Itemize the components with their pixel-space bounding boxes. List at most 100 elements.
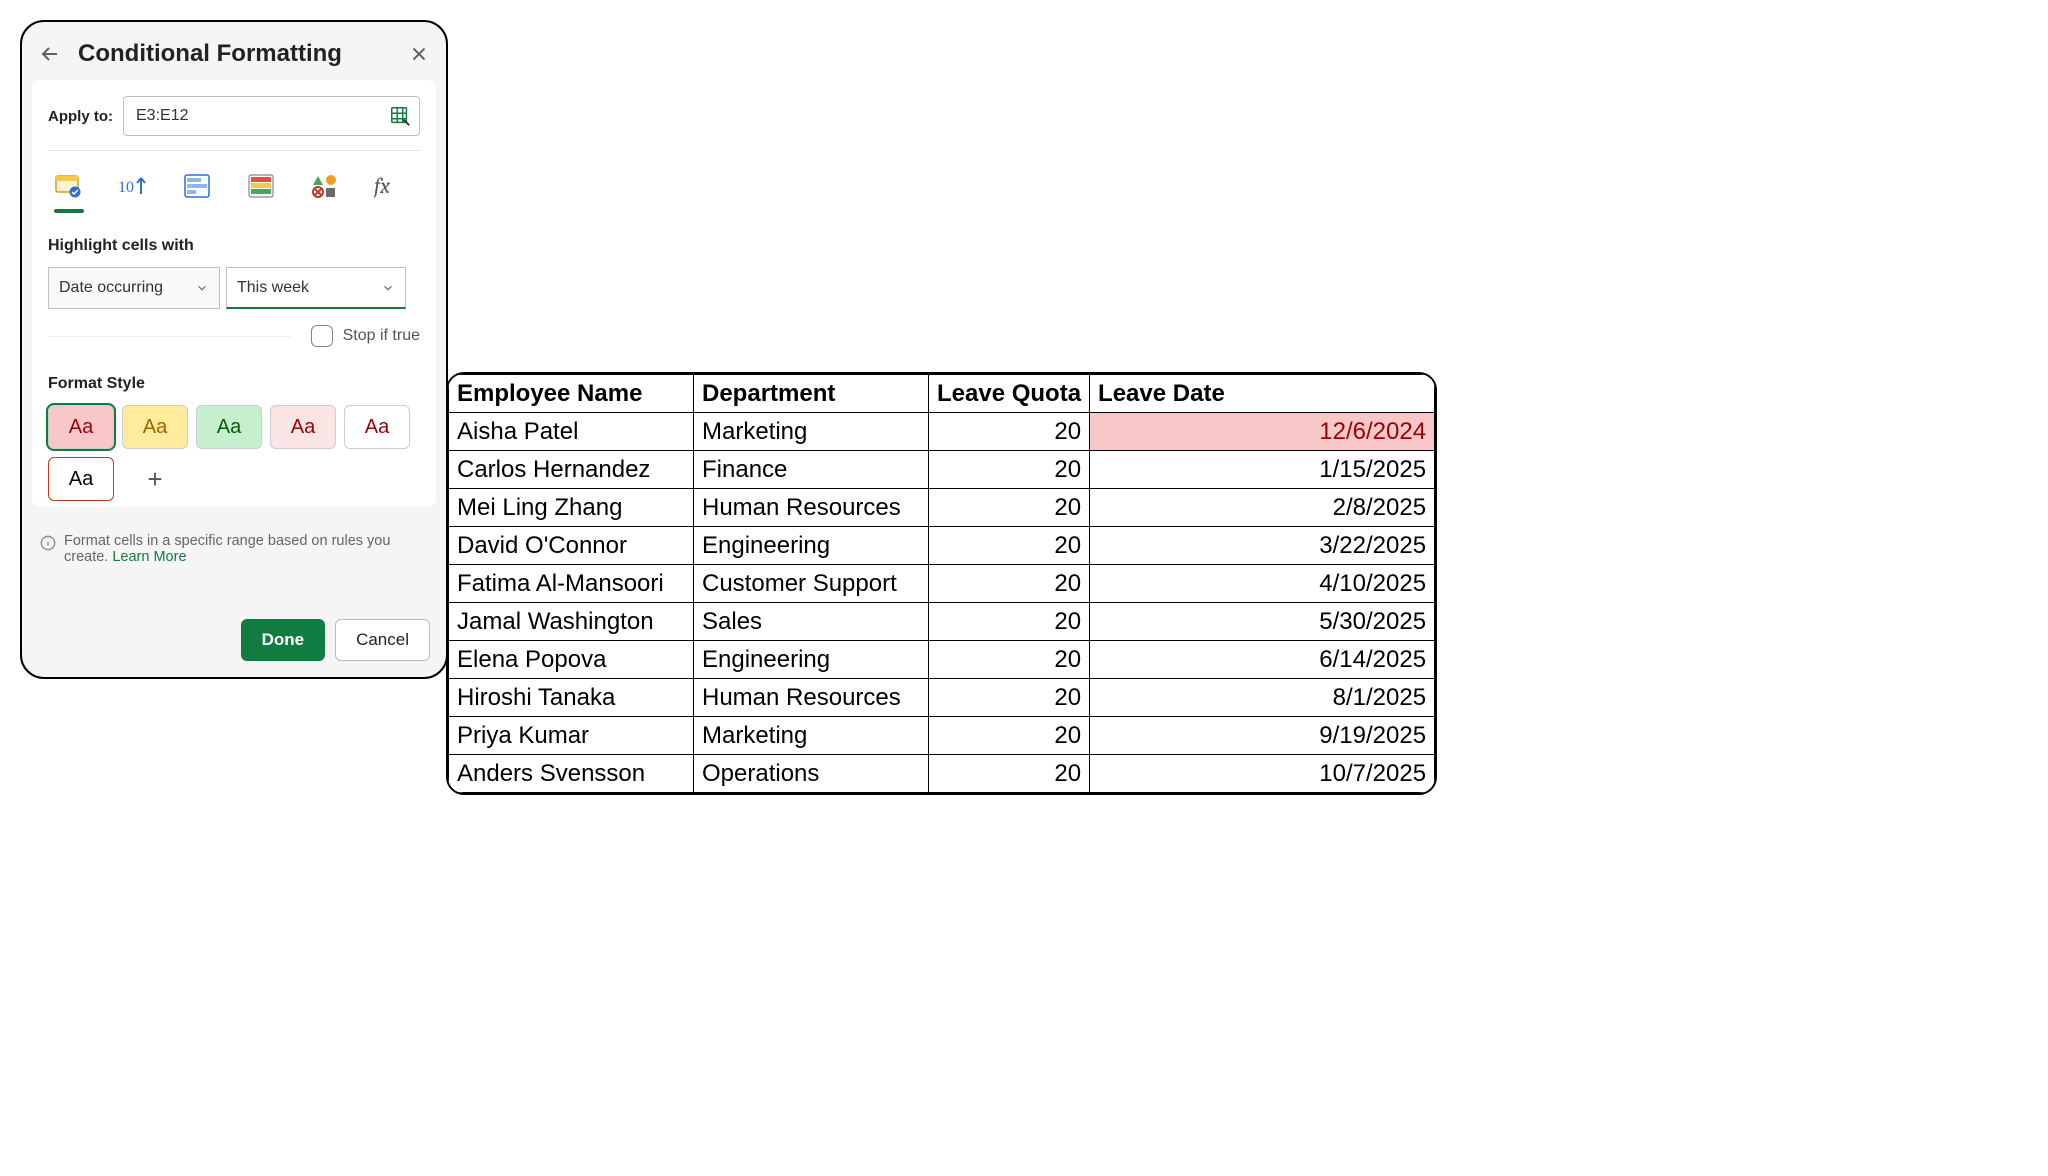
range-picker-icon[interactable] — [389, 105, 411, 127]
table-row: Hiroshi TanakaHuman Resources208/1/2025 — [449, 679, 1435, 717]
table-row: Mei Ling ZhangHuman Resources202/8/2025 — [449, 489, 1435, 527]
highlight-controls: Date occurring This week — [48, 267, 420, 309]
cell-quota[interactable]: 20 — [929, 755, 1090, 793]
col-header-date[interactable]: Leave Date — [1090, 375, 1435, 413]
cell-date[interactable]: 4/10/2025 — [1090, 565, 1435, 603]
cell-name[interactable]: Priya Kumar — [449, 717, 694, 755]
table-header-row: Employee Name Department Leave Quota Lea… — [449, 375, 1435, 413]
table-row: Priya KumarMarketing209/19/2025 — [449, 717, 1435, 755]
rule-type-top-bottom-icon[interactable]: 10 — [116, 169, 150, 203]
cell-name[interactable]: Hiroshi Tanaka — [449, 679, 694, 717]
rule-type-formula-icon[interactable]: fx — [372, 169, 406, 203]
format-style-label: Format Style — [48, 375, 420, 393]
swatch-green-fill-dark-green-text[interactable]: Aa — [196, 405, 262, 449]
cell-quota[interactable]: 20 — [929, 527, 1090, 565]
rule-type-highlight-cells-icon[interactable] — [52, 169, 86, 203]
cell-name[interactable]: David O'Connor — [449, 527, 694, 565]
cell-quota[interactable]: 20 — [929, 679, 1090, 717]
apply-to-row: Apply to: — [48, 96, 420, 151]
employee-table: Employee Name Department Leave Quota Lea… — [448, 374, 1435, 793]
cell-dept[interactable]: Engineering — [694, 527, 929, 565]
col-header-name[interactable]: Employee Name — [449, 375, 694, 413]
spreadsheet-region: Employee Name Department Leave Quota Lea… — [446, 372, 1437, 795]
table-row: Anders SvenssonOperations2010/7/2025 — [449, 755, 1435, 793]
svg-text:fx: fx — [374, 174, 390, 198]
cell-dept[interactable]: Engineering — [694, 641, 929, 679]
stop-if-true-row: Stop if true — [48, 325, 420, 347]
cell-dept[interactable]: Marketing — [694, 413, 929, 451]
condition-type-select[interactable]: Date occurring — [48, 267, 220, 309]
close-icon[interactable] — [408, 43, 430, 65]
cancel-button[interactable]: Cancel — [335, 619, 430, 661]
cell-dept[interactable]: Human Resources — [694, 679, 929, 717]
swatch-light-red-fill[interactable]: Aa — [270, 405, 336, 449]
apply-to-input[interactable] — [134, 106, 389, 126]
condition-type-value: Date occurring — [59, 279, 163, 297]
rule-type-icon-sets-icon[interactable] — [308, 169, 342, 203]
chevron-down-icon — [381, 281, 395, 295]
cell-dept[interactable]: Sales — [694, 603, 929, 641]
cell-quota[interactable]: 20 — [929, 413, 1090, 451]
swatch-red-border[interactable]: Aa — [48, 457, 114, 501]
conditional-formatting-panel: Conditional Formatting Apply to: — [20, 20, 448, 679]
back-arrow-icon[interactable] — [38, 42, 62, 66]
cell-quota[interactable]: 20 — [929, 641, 1090, 679]
rule-type-color-scale-icon[interactable] — [244, 169, 278, 203]
cell-dept[interactable]: Operations — [694, 755, 929, 793]
cell-quota[interactable]: 20 — [929, 451, 1090, 489]
footer-help-text: Format cells in a specific range based o… — [64, 533, 428, 565]
swatch-yellow-fill-dark-yellow-text[interactable]: Aa — [122, 405, 188, 449]
condition-value-text: This week — [237, 279, 309, 297]
cell-date[interactable]: 6/14/2025 — [1090, 641, 1435, 679]
cell-date[interactable]: 2/8/2025 — [1090, 489, 1435, 527]
cell-quota[interactable]: 20 — [929, 717, 1090, 755]
col-header-quota[interactable]: Leave Quota — [929, 375, 1090, 413]
cell-name[interactable]: Aisha Patel — [449, 413, 694, 451]
condition-value-select[interactable]: This week — [226, 267, 406, 309]
cell-date[interactable]: 8/1/2025 — [1090, 679, 1435, 717]
panel-footer-text: Format cells in a specific range based o… — [22, 517, 446, 569]
apply-to-label: Apply to: — [48, 108, 113, 125]
cell-quota[interactable]: 20 — [929, 489, 1090, 527]
table-row: Elena PopovaEngineering206/14/2025 — [449, 641, 1435, 679]
col-header-dept[interactable]: Department — [694, 375, 929, 413]
cell-name[interactable]: Elena Popova — [449, 641, 694, 679]
highlight-cells-label: Highlight cells with — [48, 237, 420, 255]
info-icon — [40, 535, 56, 551]
cell-name[interactable]: Carlos Hernandez — [449, 451, 694, 489]
cell-date[interactable]: 1/15/2025 — [1090, 451, 1435, 489]
panel-title: Conditional Formatting — [78, 40, 408, 68]
done-button[interactable]: Done — [241, 619, 326, 661]
cell-quota[interactable]: 20 — [929, 565, 1090, 603]
cell-name[interactable]: Anders Svensson — [449, 755, 694, 793]
cell-date[interactable]: 12/6/2024 — [1090, 413, 1435, 451]
cell-dept[interactable]: Human Resources — [694, 489, 929, 527]
apply-to-input-wrap[interactable] — [123, 96, 420, 136]
cell-dept[interactable]: Finance — [694, 451, 929, 489]
table-row: David O'ConnorEngineering203/22/2025 — [449, 527, 1435, 565]
learn-more-link[interactable]: Learn More — [112, 549, 186, 565]
cell-quota[interactable]: 20 — [929, 603, 1090, 641]
rule-type-data-bars-icon[interactable] — [180, 169, 214, 203]
cell-name[interactable]: Jamal Washington — [449, 603, 694, 641]
swatch-red-text[interactable]: Aa — [344, 405, 410, 449]
rule-type-selector: 10 — [48, 151, 420, 209]
svg-text:10: 10 — [118, 179, 134, 196]
swatch-add-custom[interactable]: + — [122, 457, 188, 501]
cell-date[interactable]: 3/22/2025 — [1090, 527, 1435, 565]
chevron-down-icon — [195, 281, 209, 295]
format-style-swatches: Aa Aa Aa Aa Aa Aa + — [48, 405, 420, 501]
swatch-light-red-fill-dark-red-text[interactable]: Aa — [48, 405, 114, 449]
panel-header: Conditional Formatting — [22, 22, 446, 80]
divider — [48, 336, 291, 337]
cell-name[interactable]: Fatima Al-Mansoori — [449, 565, 694, 603]
cell-date[interactable]: 5/30/2025 — [1090, 603, 1435, 641]
stop-if-true-label: Stop if true — [343, 327, 420, 345]
table-row: Carlos HernandezFinance201/15/2025 — [449, 451, 1435, 489]
cell-dept[interactable]: Customer Support — [694, 565, 929, 603]
cell-date[interactable]: 10/7/2025 — [1090, 755, 1435, 793]
stop-if-true-checkbox[interactable] — [311, 325, 333, 347]
cell-dept[interactable]: Marketing — [694, 717, 929, 755]
cell-name[interactable]: Mei Ling Zhang — [449, 489, 694, 527]
cell-date[interactable]: 9/19/2025 — [1090, 717, 1435, 755]
